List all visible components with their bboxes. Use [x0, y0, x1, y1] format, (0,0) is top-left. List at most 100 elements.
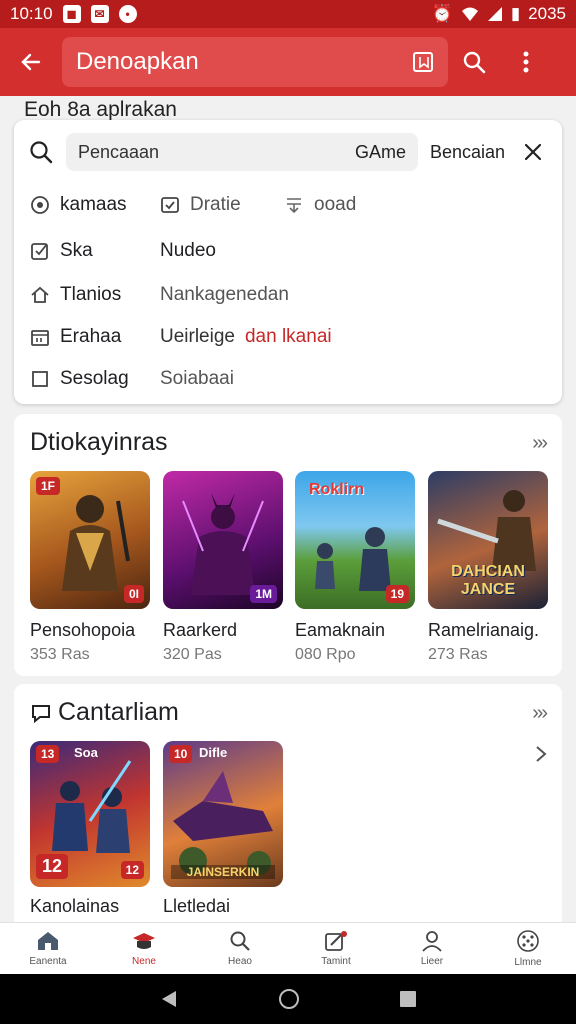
filter-option-erahaa[interactable]: Erahaa [30, 326, 121, 348]
nav-item-heao[interactable]: Heao [192, 923, 288, 974]
search-row: Pencaaan GAme Bencaian [28, 132, 548, 172]
see-more-button[interactable]: »› [532, 432, 548, 455]
tile-banner: Roklirn [309, 481, 365, 498]
circle-notification-icon: • [118, 5, 137, 23]
tile-corner-badge: 12 [120, 861, 144, 879]
filter-option-soiabaai[interactable]: Soiabaai [160, 368, 234, 390]
search-input[interactable]: Pencaaan GAme [66, 133, 418, 171]
grid-icon [517, 930, 539, 952]
battery-icon: ▮ [510, 4, 521, 23]
app-tile-raarkerd[interactable]: 1M [163, 471, 283, 609]
page-subtitle: Eoh 8a aplrakan [24, 98, 177, 121]
download-icon [284, 195, 304, 215]
square-icon [30, 369, 50, 389]
status-time: 10:10 [10, 4, 53, 23]
close-button[interactable] [518, 137, 548, 167]
section-title: Dtiokayinras [30, 428, 168, 456]
system-home-icon[interactable] [277, 987, 301, 1011]
notification-icon: ◼ [62, 5, 81, 23]
nav-label: Tamint [321, 956, 351, 967]
app-name[interactable]: Eamaknain [295, 620, 385, 641]
app-tile-lletledai[interactable]: 10 Difle JAINSERKIN [163, 741, 283, 887]
filter-highlight: dan lkanai [244, 326, 332, 347]
app-name[interactable]: Lletledai [163, 896, 230, 917]
bookmark-icon[interactable] [412, 51, 434, 73]
nav-label: Nene [132, 956, 156, 967]
app-size: 320 Pas [163, 646, 222, 663]
system-back-icon[interactable] [158, 988, 180, 1010]
search-button[interactable] [448, 28, 500, 96]
tile-top-label: Soa [74, 745, 98, 760]
section-title: Cantarliam [30, 698, 179, 727]
filter-option-dratie[interactable]: Dratie [160, 194, 241, 216]
app-tile-eamaknain[interactable]: Roklirn 19 [295, 471, 415, 609]
nav-label: Heao [228, 956, 252, 967]
nav-item-eanenta[interactable]: Eanenta [0, 923, 96, 974]
edit-icon [325, 931, 347, 951]
filter-label: Nankagenedan [160, 284, 289, 305]
close-icon [524, 143, 542, 161]
app-bar-title: Denoapkan [76, 48, 199, 75]
app-tile-pensohopoia[interactable]: 1F 0I [30, 471, 150, 609]
tile-corner-badge: 0I [123, 585, 144, 603]
scroll-right-button[interactable] [534, 744, 548, 769]
filter-label: Soiabaai [160, 368, 234, 389]
app-name[interactable]: Raarkerd [163, 620, 237, 641]
back-button[interactable] [0, 28, 62, 96]
filter-option-nankagenedan[interactable]: Nankagenedan [160, 284, 289, 306]
system-recents-icon[interactable] [398, 989, 418, 1009]
compass-icon [30, 195, 50, 215]
home-icon [30, 285, 50, 305]
filter-label: Nudeo [160, 240, 216, 261]
app-name[interactable]: Pensohopoia [30, 620, 135, 641]
search-category[interactable]: GAme [355, 142, 406, 163]
tile-badge: 10 [169, 745, 193, 763]
system-navigation [0, 974, 576, 1024]
tile-number-badge: 12 [36, 854, 69, 879]
filter-option-tlanios[interactable]: Tlanios [30, 284, 121, 306]
message-icon: ✉ [90, 5, 109, 23]
app-size: 273 Ras [428, 646, 488, 663]
more-options-button[interactable] [500, 28, 552, 96]
nav-item-nene[interactable]: Nene [96, 923, 192, 974]
filter-option-nudeo[interactable]: Nudeo [160, 240, 216, 262]
calendar-icon [30, 327, 50, 347]
app-name[interactable]: Ramelrianaig. [428, 620, 539, 641]
cap-icon [133, 933, 155, 949]
filter-option-ueirleige[interactable]: Ueirleige dan lkanai [160, 326, 332, 348]
title-field[interactable]: Denoapkan [62, 37, 448, 87]
tile-top-label: Difle [199, 745, 228, 760]
nav-item-llmne[interactable]: Llmne [480, 923, 576, 974]
tile-banner: DAHCIAN JANCE [451, 563, 525, 598]
nav-item-lieer[interactable]: Lieer [384, 923, 480, 974]
arrow-left-icon [21, 53, 41, 71]
wifi-icon [461, 7, 478, 21]
search-card: Pencaaan GAme Bencaian kamaas Dratie ooa… [14, 120, 562, 404]
search-icon [230, 931, 250, 951]
nav-item-tamint[interactable]: Tamint [288, 923, 384, 974]
app-size: 080 Rpo [295, 646, 356, 663]
app-tile-ramelrianaig[interactable]: DAHCIAN JANCE [428, 471, 548, 609]
app-tile-kanolainas[interactable]: 13 Soa 12 12 [30, 741, 150, 887]
signal-icon [487, 7, 502, 21]
filter-label: Dratie [190, 194, 241, 215]
filter-option-kamaas[interactable]: kamaas [30, 194, 127, 216]
featured-section: Dtiokayinras »› 1F 0I Pensohopoia 353 Ra… [14, 414, 562, 676]
filter-label: kamaas [60, 194, 127, 215]
tile-corner-badge: 1M [250, 585, 277, 603]
section-title-text: Cantarliam [58, 698, 179, 726]
filter-label: Ueirleige [160, 326, 235, 347]
see-more-button[interactable]: »› [532, 702, 548, 725]
filter-label: ooad [314, 194, 357, 215]
search-submit-button[interactable]: Bencaian [430, 142, 505, 163]
tile-badge: 1F [36, 477, 61, 495]
battery-level: 2035 [528, 4, 566, 23]
filter-option-sesolag[interactable]: Sesolag [30, 368, 129, 390]
app-size: 353 Ras [30, 646, 90, 663]
filter-option-ska[interactable]: Ska [30, 240, 93, 262]
app-name[interactable]: Kanolainas [30, 896, 119, 917]
filter-label: Tlanios [60, 284, 122, 305]
search-icon [30, 141, 53, 164]
filter-label: Erahaa [60, 326, 122, 347]
filter-option-ooad[interactable]: ooad [284, 194, 356, 216]
